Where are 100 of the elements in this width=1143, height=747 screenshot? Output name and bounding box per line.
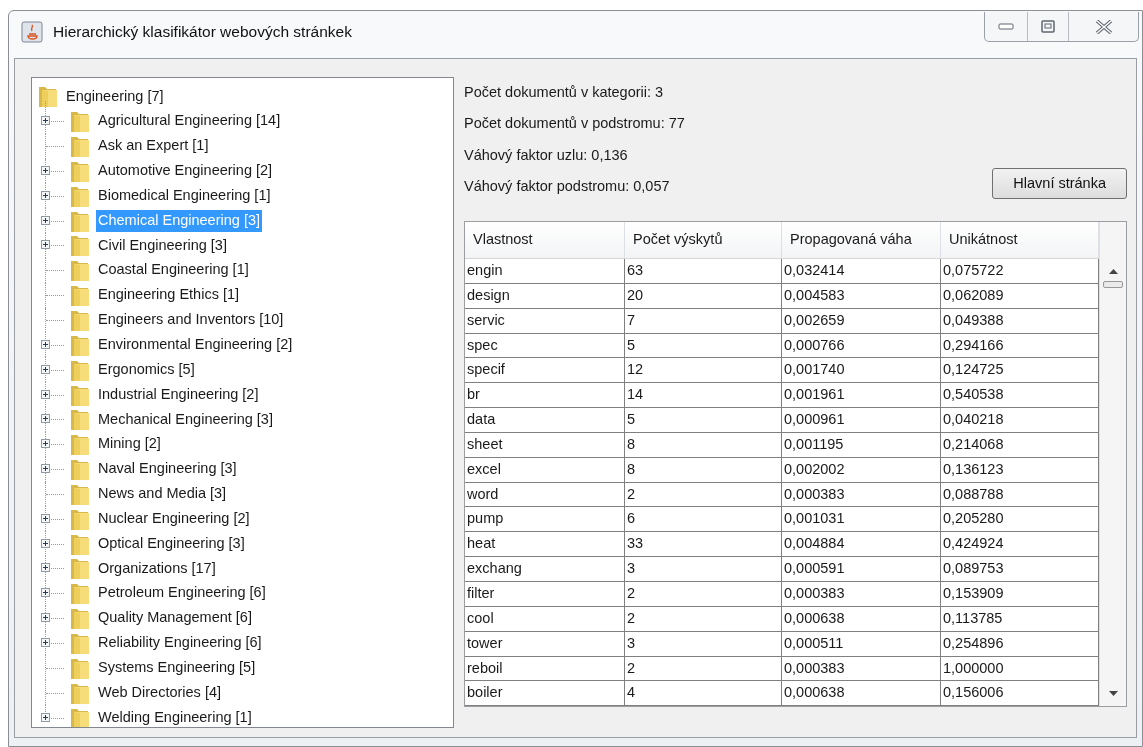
table-cell: 2 bbox=[625, 581, 782, 607]
expand-icon[interactable] bbox=[41, 538, 50, 548]
expand-icon[interactable] bbox=[41, 339, 50, 349]
expand-icon[interactable] bbox=[41, 439, 50, 449]
table-cell: 4 bbox=[625, 681, 782, 706]
table-cell: servic bbox=[465, 308, 625, 334]
table-cell: 0,000591 bbox=[782, 557, 941, 582]
expand-icon[interactable] bbox=[41, 588, 50, 598]
expand-icon[interactable] bbox=[41, 215, 50, 225]
table-cell: 0,004884 bbox=[782, 532, 941, 558]
expand-icon[interactable] bbox=[41, 513, 50, 523]
tree-item[interactable]: Engineers and Inventors [10] bbox=[96, 309, 286, 331]
table-cell: 6 bbox=[625, 507, 782, 533]
table-cell: 5 bbox=[625, 408, 782, 433]
table-cell: 0,032414 bbox=[782, 259, 941, 284]
column-header[interactable]: Unikátnost bbox=[941, 222, 1099, 259]
table-cell: 5 bbox=[625, 333, 782, 359]
table-cell: 3 bbox=[625, 557, 782, 582]
expand-icon[interactable] bbox=[41, 190, 50, 200]
folder-icon bbox=[70, 407, 90, 432]
tree-item[interactable]: Coastal Engineering [1] bbox=[96, 259, 251, 282]
table-cell: 8 bbox=[625, 457, 782, 483]
window-title: Hierarchický klasifikátor webových stránkek bbox=[53, 22, 352, 43]
expand-icon[interactable] bbox=[41, 464, 50, 474]
folder-icon bbox=[70, 581, 90, 606]
table-cell: data bbox=[465, 408, 625, 433]
maximize-icon bbox=[1041, 20, 1055, 33]
tree-item[interactable]: Agricultural Engineering [14] bbox=[96, 110, 283, 133]
tree-item[interactable]: Biomedical Engineering [1] bbox=[96, 184, 273, 207]
table-cell: 3 bbox=[625, 631, 782, 657]
tree-item[interactable]: Quality Management [6] bbox=[96, 607, 254, 629]
minimize-icon bbox=[998, 22, 1014, 31]
table-cell: spec bbox=[465, 333, 625, 359]
tree-item[interactable]: Web Directories [4] bbox=[96, 681, 224, 704]
table-cell: sheet bbox=[465, 432, 625, 458]
table-cell: 0,000638 bbox=[782, 606, 941, 632]
tree-item[interactable]: Mechanical Engineering [3] bbox=[96, 408, 275, 431]
tree-item[interactable]: Industrial Engineering [2] bbox=[96, 383, 261, 406]
table-cell: filter bbox=[465, 581, 625, 607]
table-cell: 0,002002 bbox=[782, 457, 941, 483]
tree-item[interactable]: Optical Engineering [3] bbox=[96, 532, 247, 555]
tree-item[interactable]: Nuclear Engineering [2] bbox=[96, 507, 252, 530]
expand-icon[interactable] bbox=[41, 116, 50, 126]
table-cell: 20 bbox=[625, 283, 782, 309]
tree-item[interactable]: Ergonomics [5] bbox=[96, 358, 197, 381]
tree-item[interactable]: Naval Engineering [3] bbox=[96, 458, 239, 480]
tree-item[interactable]: Petroleum Engineering [6] bbox=[96, 582, 268, 605]
scroll-thumb[interactable] bbox=[1103, 281, 1123, 288]
folder-icon bbox=[38, 84, 58, 109]
tree-item[interactable]: Organizations [17] bbox=[96, 557, 218, 580]
expand-icon[interactable] bbox=[41, 389, 50, 399]
expand-icon[interactable] bbox=[41, 638, 50, 647]
table-cell: 0,000511 bbox=[782, 631, 941, 657]
java-app-icon bbox=[21, 21, 43, 43]
expand-icon[interactable] bbox=[41, 364, 50, 374]
tree-item[interactable]: Civil Engineering [3] bbox=[96, 234, 229, 257]
main-page-button[interactable]: Hlavní stránka bbox=[992, 167, 1127, 200]
table-cell: boiler bbox=[465, 681, 625, 706]
expand-icon[interactable] bbox=[41, 165, 50, 175]
table-cell: cool bbox=[465, 606, 625, 632]
folder-icon bbox=[70, 258, 90, 283]
table-cell: 0,001740 bbox=[782, 358, 941, 384]
table-cell: exchang bbox=[465, 557, 625, 582]
column-header[interactable]: Propagovaná váha bbox=[782, 222, 941, 259]
folder-icon bbox=[70, 233, 90, 258]
table-cell: 0,004583 bbox=[782, 283, 941, 309]
tree-item[interactable]: News and Media [3] bbox=[96, 483, 229, 505]
table-cell: 63 bbox=[625, 259, 782, 284]
folder-icon bbox=[70, 308, 90, 332]
table-cell: 0,000961 bbox=[782, 408, 941, 433]
tree-item[interactable]: Environmental Engineering [2] bbox=[96, 334, 295, 356]
tree-item[interactable]: Engineering [7] bbox=[64, 85, 166, 108]
expand-icon[interactable] bbox=[41, 613, 50, 623]
table-cell: excel bbox=[465, 457, 625, 483]
tree-item[interactable]: Automotive Engineering [2] bbox=[96, 160, 275, 182]
tree-item[interactable]: Systems Engineering [5] bbox=[96, 656, 258, 679]
table-cell: 0,000638 bbox=[782, 681, 941, 706]
tree-item[interactable]: Engineering Ethics [1] bbox=[96, 284, 242, 307]
expand-icon[interactable] bbox=[41, 240, 50, 250]
table-cell: 0,001195 bbox=[782, 432, 941, 458]
expand-icon[interactable] bbox=[41, 712, 50, 722]
column-header[interactable]: Počet výskytů bbox=[625, 222, 782, 259]
folder-icon bbox=[70, 432, 90, 457]
table-cell: specif bbox=[465, 358, 625, 384]
tree-item[interactable]: Mining [2] bbox=[96, 433, 163, 456]
info-text: Váhový faktor uzlu: 0,136 bbox=[464, 145, 628, 165]
folder-icon bbox=[70, 134, 90, 159]
tree-item[interactable]: Reliability Engineering [6] bbox=[96, 632, 264, 654]
table-cell: 7 bbox=[625, 308, 782, 334]
scroll-up-icon[interactable] bbox=[1108, 268, 1118, 274]
tree-item[interactable]: Ask an Expert [1] bbox=[96, 135, 211, 157]
expand-icon[interactable] bbox=[41, 414, 50, 424]
info-text: Počet dokumentů v kategorii: 3 bbox=[464, 82, 664, 102]
expand-icon[interactable] bbox=[41, 563, 50, 573]
column-header[interactable]: Vlastnost bbox=[465, 222, 625, 259]
tree-item[interactable]: Welding Engineering [1] bbox=[96, 706, 254, 727]
scroll-down-icon[interactable] bbox=[1108, 691, 1118, 697]
folder-icon bbox=[70, 606, 90, 631]
scrollbar[interactable] bbox=[1099, 222, 1126, 706]
table-cell: br bbox=[465, 383, 625, 409]
